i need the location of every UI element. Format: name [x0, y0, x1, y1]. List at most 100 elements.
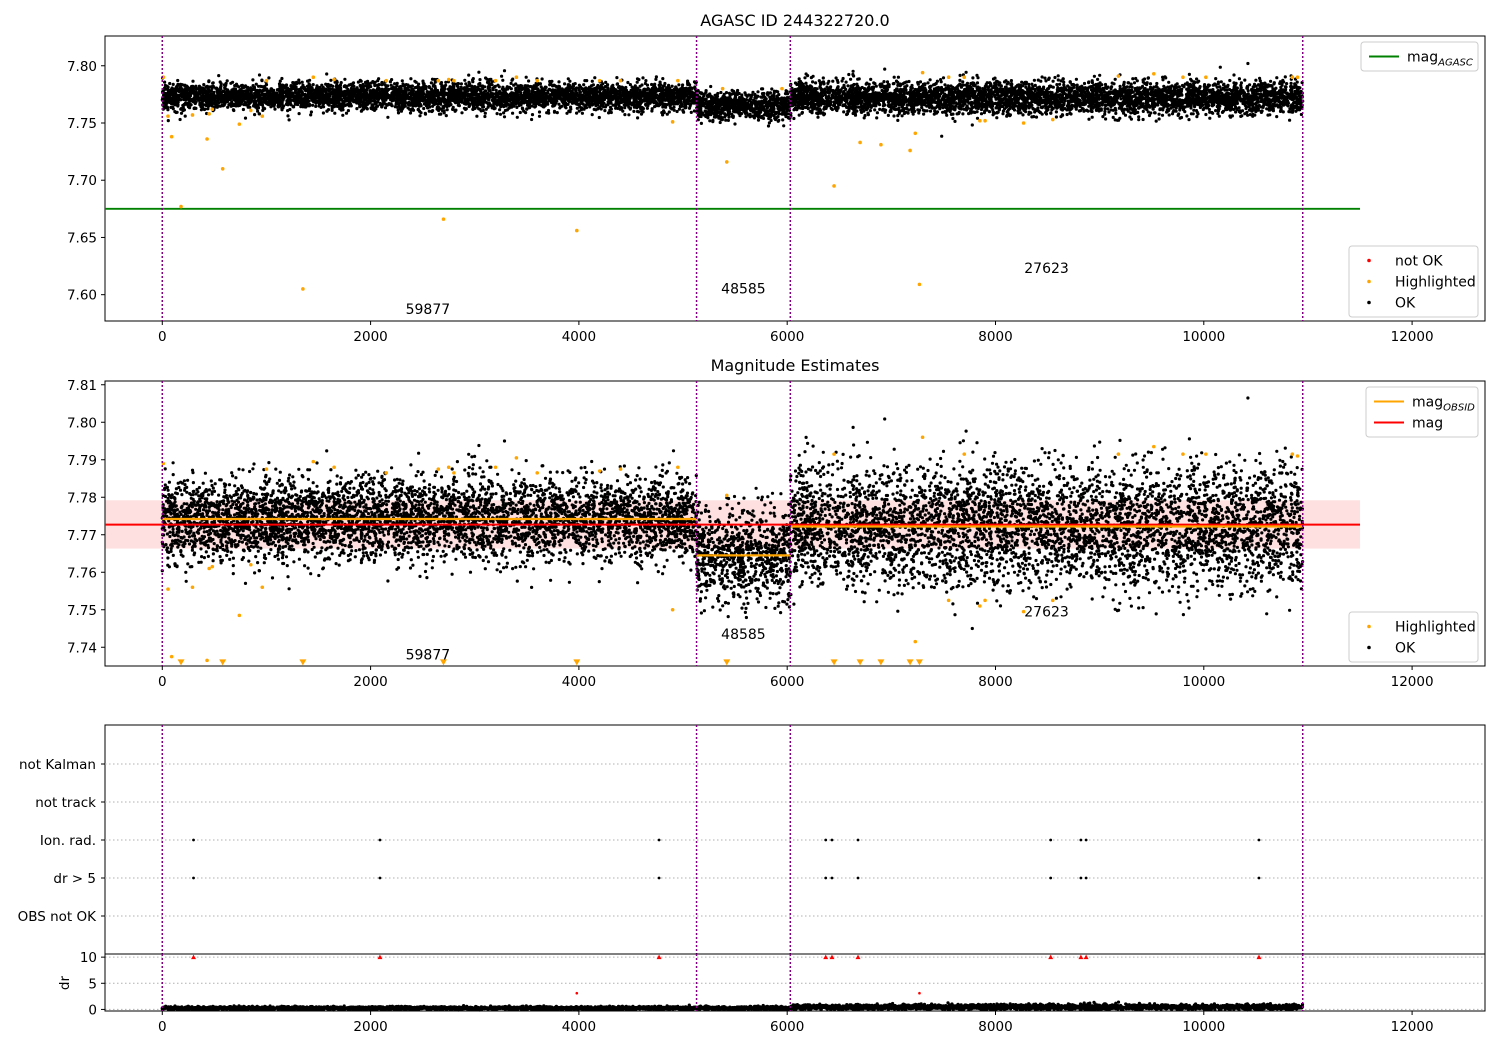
ok-point	[671, 99, 674, 102]
ok-point	[317, 92, 320, 95]
ok-point	[535, 85, 538, 88]
ok-point	[574, 97, 577, 100]
ok-point	[640, 113, 643, 116]
ok-point	[485, 101, 488, 104]
ok-point	[444, 104, 447, 107]
ok-point	[597, 107, 600, 110]
ok-point	[345, 112, 348, 115]
ok-point	[574, 82, 577, 85]
ok-point	[368, 101, 371, 104]
ok-point	[654, 78, 657, 81]
ok-point	[660, 96, 663, 99]
ok-point	[430, 88, 433, 91]
ok-point	[511, 78, 514, 81]
ok-point	[352, 88, 355, 91]
x-tick-label: 12000	[1391, 329, 1434, 345]
ok-point	[401, 82, 404, 85]
ok-point	[551, 92, 554, 95]
ok-point	[446, 108, 449, 111]
ok-point	[678, 96, 681, 99]
ok-point	[484, 89, 487, 92]
ok-point	[488, 101, 491, 104]
ok-point	[490, 95, 493, 98]
ok-point	[373, 99, 376, 102]
x-tick-label: 2000	[353, 329, 387, 345]
ok-point	[246, 97, 249, 100]
ok-point	[279, 87, 282, 90]
ok-point	[369, 97, 372, 100]
ok-point	[626, 104, 629, 107]
ok-point	[386, 96, 389, 99]
ok-point	[265, 83, 268, 86]
ok-point	[543, 99, 546, 102]
ok-point	[245, 103, 248, 106]
ok-point	[690, 90, 693, 93]
ok-point	[380, 83, 383, 86]
ok-point	[462, 96, 465, 99]
ok-point	[386, 116, 389, 119]
ok-point	[166, 92, 169, 95]
ok-point	[405, 101, 408, 104]
ok-point	[487, 97, 490, 100]
ok-point	[217, 104, 220, 107]
ok-point	[331, 107, 334, 110]
ok-point	[240, 96, 243, 99]
ok-point	[204, 89, 207, 92]
ok-point	[683, 99, 686, 102]
ok-point	[229, 103, 232, 106]
ok-point	[322, 111, 325, 114]
ok-point	[175, 98, 178, 101]
ok-point	[512, 84, 515, 87]
ok-point	[596, 100, 599, 103]
ok-point	[343, 92, 346, 95]
ok-point	[724, 119, 727, 122]
ok-point	[431, 78, 434, 81]
ok-point	[496, 99, 499, 102]
ok-point	[404, 105, 407, 108]
ok-point	[616, 82, 619, 85]
ok-point	[604, 85, 607, 88]
ok-point	[525, 76, 528, 79]
ok-point	[290, 88, 293, 91]
ok-point	[370, 82, 373, 85]
ok-point	[638, 102, 641, 105]
ok-point	[593, 76, 596, 79]
ok-point	[591, 113, 594, 116]
ok-point	[298, 81, 301, 84]
ok-point	[278, 84, 281, 87]
ok-point	[582, 83, 585, 86]
ok-point	[386, 84, 389, 87]
ok-point	[409, 77, 412, 80]
ok-point	[218, 93, 221, 96]
ok-point	[424, 99, 427, 102]
ok-point	[480, 94, 483, 97]
ok-point	[330, 92, 333, 95]
ok-point	[376, 105, 379, 108]
ok-point	[301, 81, 304, 84]
ok-point	[295, 98, 298, 101]
ok-point	[248, 106, 251, 109]
ok-point	[323, 95, 326, 98]
ok-point	[360, 80, 363, 83]
ok-point	[580, 94, 583, 97]
ok-point	[395, 84, 398, 87]
ok-point	[576, 107, 579, 110]
ok-point	[430, 110, 433, 113]
ok-point	[674, 95, 677, 98]
ok-point	[450, 92, 453, 95]
ok-point	[276, 94, 279, 97]
ok-point	[569, 106, 572, 109]
ok-point	[681, 83, 684, 86]
ok-point	[256, 91, 259, 94]
ok-point	[226, 98, 229, 101]
ok-point	[496, 84, 499, 87]
ok-point	[242, 108, 245, 111]
ok-point	[673, 88, 676, 91]
ok-point	[511, 97, 514, 100]
ok-point	[413, 100, 416, 103]
ok-point	[176, 111, 179, 114]
ok-point	[265, 92, 268, 95]
ok-point	[757, 119, 760, 122]
ok-point	[380, 105, 383, 108]
ok-point	[434, 81, 437, 84]
